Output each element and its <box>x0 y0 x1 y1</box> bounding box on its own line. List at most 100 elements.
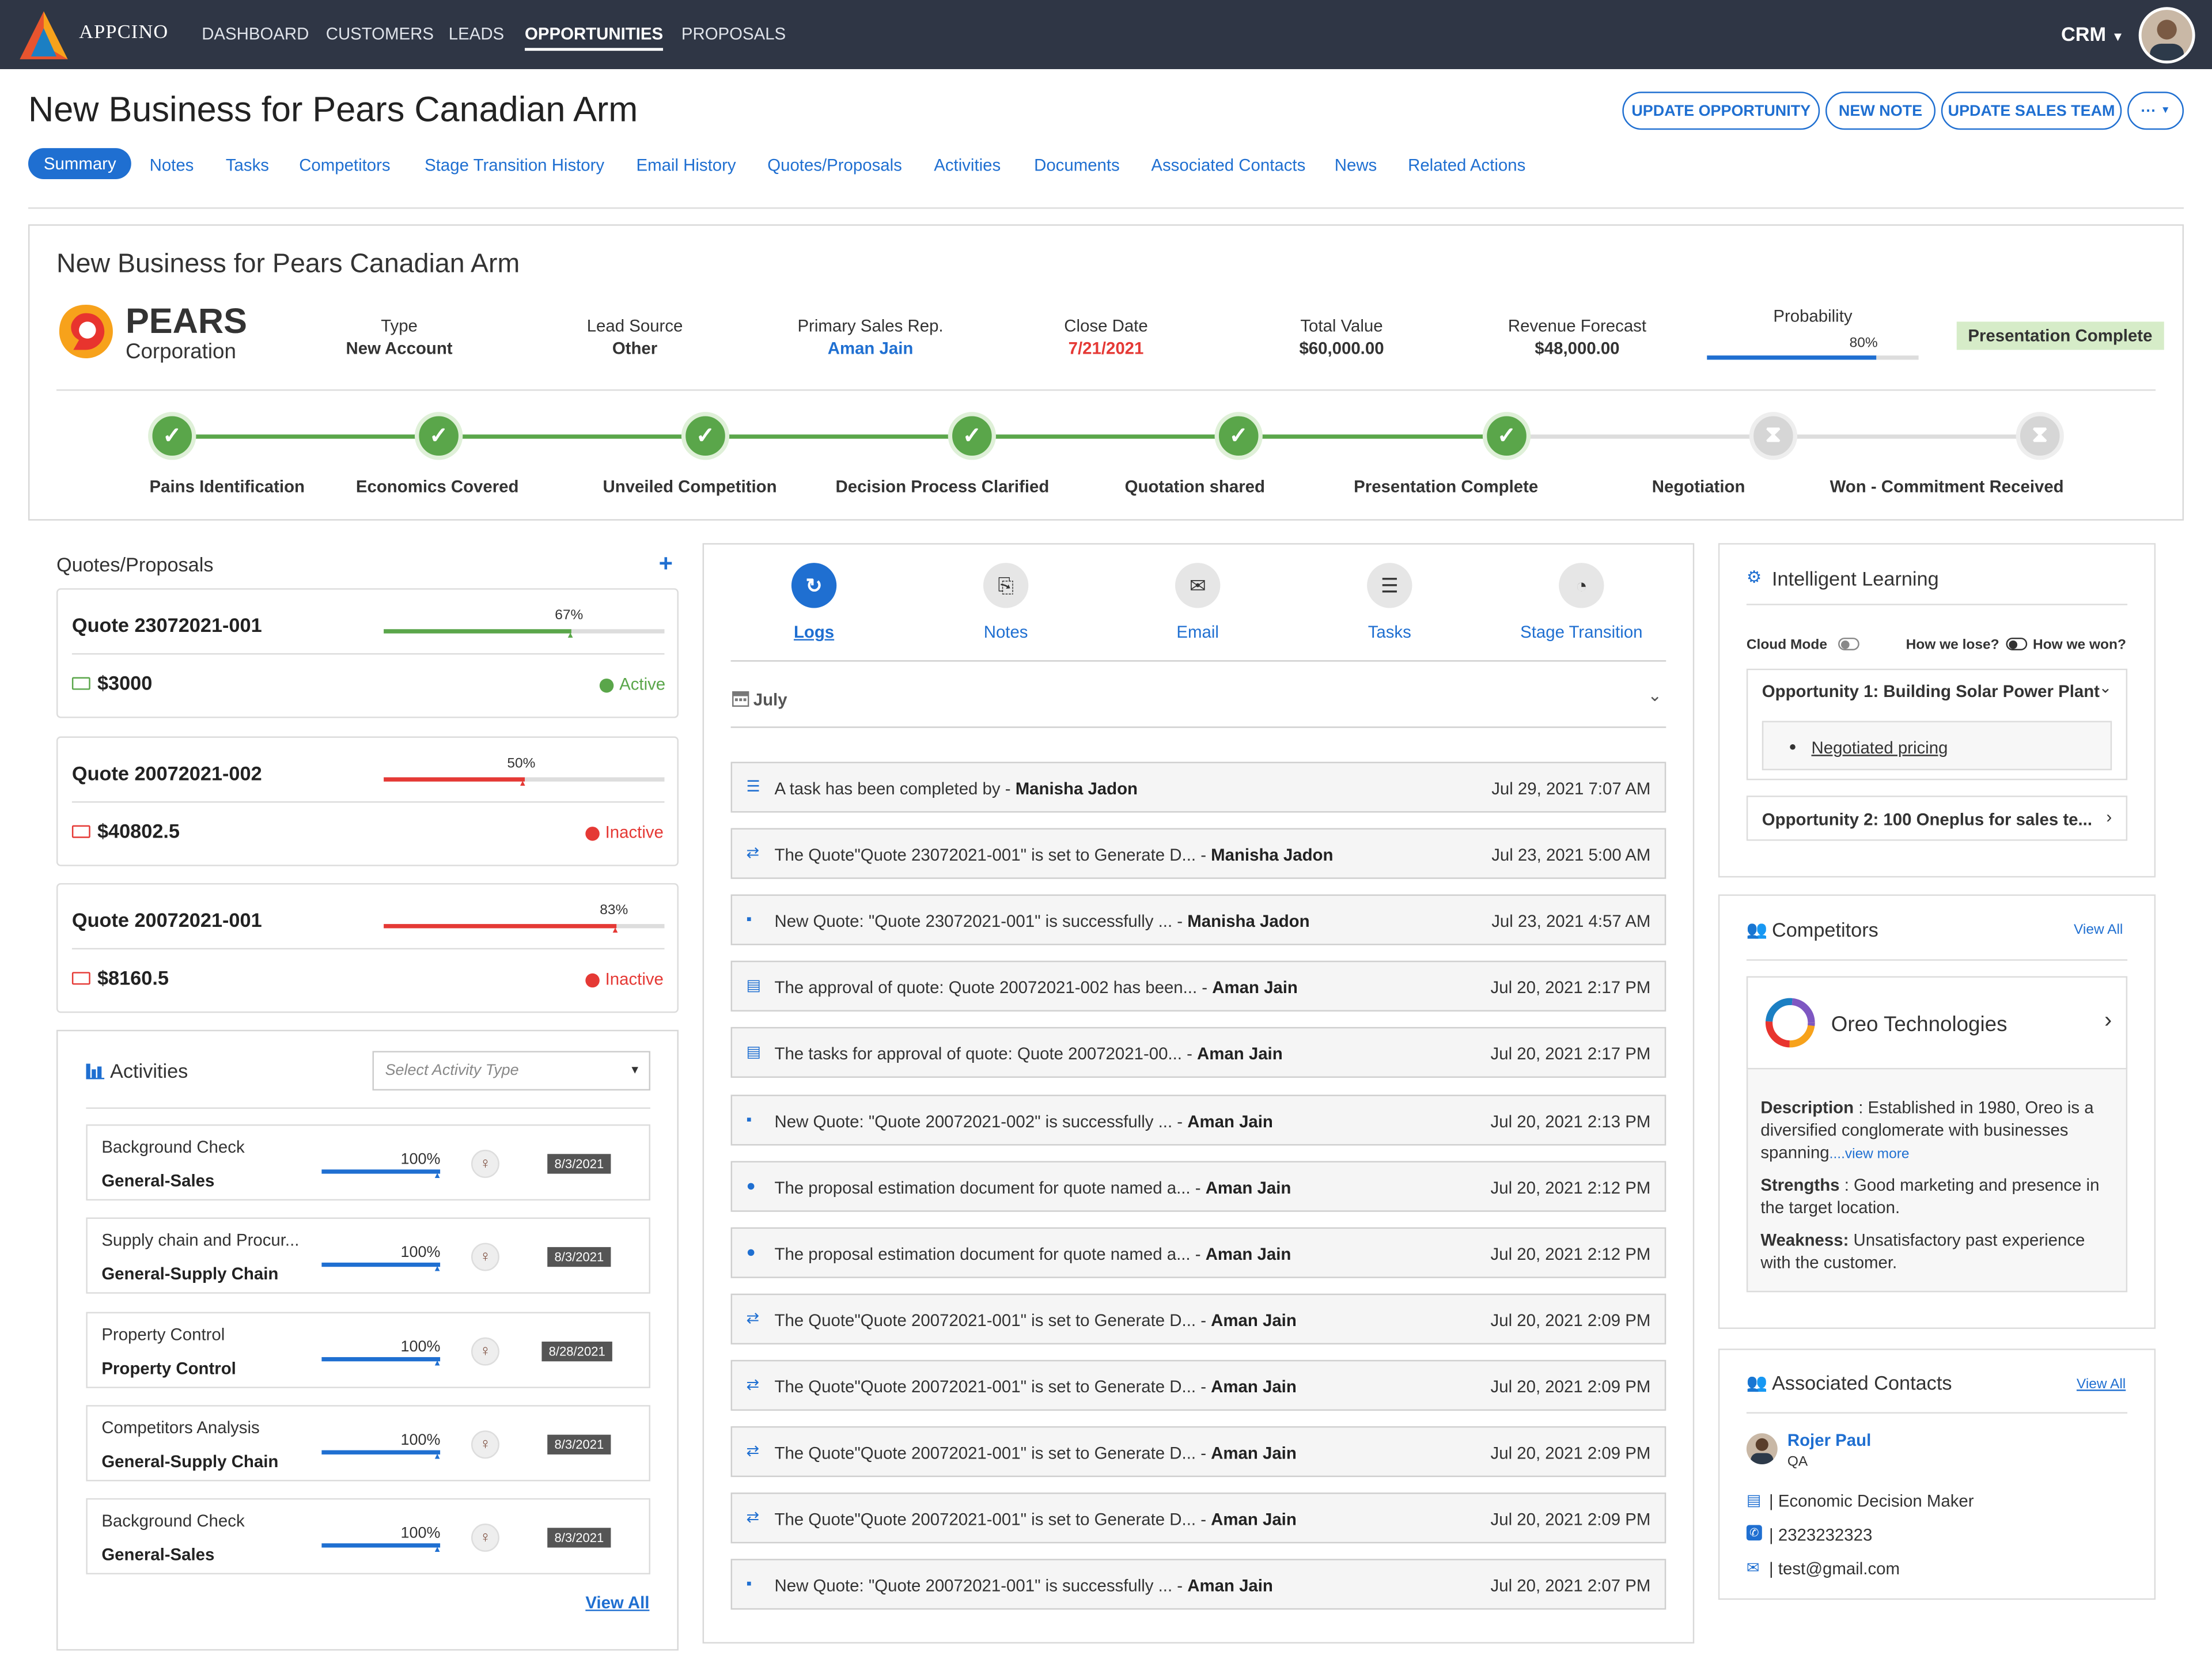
tab-email-history[interactable]: Email History <box>636 155 736 175</box>
log-entry[interactable]: ● The proposal estimation document for qu… <box>730 1226 1666 1278</box>
tab-tasks[interactable]: Tasks <box>226 155 269 175</box>
brand-name[interactable]: APPCINO <box>79 22 168 45</box>
log-entry[interactable]: ⇄ The Quote"Quote 20072021-001" is set to… <box>730 1293 1666 1344</box>
nav-customers[interactable]: CUSTOMERS <box>326 24 434 44</box>
cloud-mode-toggle[interactable] <box>1838 637 1859 650</box>
refresh-icon[interactable]: ↻ <box>791 563 837 608</box>
stage-check-icon[interactable]: ✓ <box>415 412 463 460</box>
quote-card[interactable]: Quote 20072021-002 50% ▲ $40802.5 Inactive <box>56 736 679 866</box>
add-quote-icon[interactable]: + <box>659 550 673 578</box>
user-avatar[interactable] <box>2138 7 2195 64</box>
nav-leads[interactable]: LEADS <box>449 24 504 44</box>
opportunity-2-panel[interactable]: Opportunity 2: 100 Oneplus for sales te.… <box>1746 796 2128 841</box>
tab-related-actions[interactable]: Related Actions <box>1408 155 1525 175</box>
quote-name[interactable]: Quote 20072021-002 <box>72 761 262 783</box>
activity-row[interactable]: Property Control Property Control 100% ▲ ♀ 8/… <box>86 1311 650 1388</box>
crm-dropdown[interactable]: CRM ▼ <box>2061 22 2124 45</box>
contact-name[interactable]: Rojer Paul <box>1787 1430 1871 1450</box>
tab-stage-transition-history[interactable]: Stage Transition History <box>425 155 604 175</box>
log-entry[interactable]: ● The proposal estimation document for qu… <box>730 1160 1666 1211</box>
activity-row[interactable]: Background Check General-Sales 100% ▲ ♀ 8/3/2… <box>86 1498 650 1575</box>
log-entry[interactable]: ☰ A task has been completed by - Manisha … <box>730 762 1666 813</box>
assignee-avatar[interactable]: ♀ <box>471 1243 499 1272</box>
quote-name[interactable]: Quote 20072021-001 <box>72 908 262 931</box>
lose-won-toggle[interactable] <box>2006 637 2028 650</box>
assignee-avatar[interactable]: ♀ <box>471 1430 499 1459</box>
opportunity-1-panel[interactable]: Opportunity 1: Building Solar Power Plan… <box>1746 668 2128 781</box>
appcino-logo-icon[interactable] <box>17 9 70 62</box>
quote-name[interactable]: Quote 23072021-001 <box>72 613 262 636</box>
tab-news[interactable]: News <box>1335 155 1377 175</box>
contact-role: QA <box>1787 1454 1808 1470</box>
stage-check-icon[interactable]: ✓ <box>948 412 996 460</box>
quote-progress-fill <box>384 629 572 634</box>
log-entry[interactable]: ⇄ The Quote"Quote 20072021-001" is set to… <box>730 1426 1666 1478</box>
assignee-avatar[interactable]: ♀ <box>471 1149 499 1178</box>
tab-notes[interactable]: Notes <box>150 155 194 175</box>
competitor-row[interactable]: Oreo Technologies › <box>1746 976 2128 1070</box>
log-entry[interactable]: ▤ The tasks for approval of quote: Quote … <box>730 1027 1666 1078</box>
competitors-view-all-link[interactable]: View All <box>2074 923 2123 938</box>
quote-card[interactable]: Quote 23072021-001 67% ▲ $3000 Active <box>56 588 679 718</box>
log-tab-tasks[interactable]: Tasks <box>1305 622 1474 642</box>
tab-quotes-proposals[interactable]: Quotes/Proposals <box>767 155 902 175</box>
pointer-icon: ▲ <box>433 1172 442 1181</box>
activity-row[interactable]: Supply chain and Procur... General-Supply… <box>86 1218 650 1294</box>
tab-activities[interactable]: Activities <box>934 155 1001 175</box>
stage-hourglass-icon[interactable]: ⧗ <box>1749 412 1798 460</box>
log-entry[interactable]: ▪ New Quote: "Quote 20072021-002" is succ… <box>730 1094 1666 1145</box>
stage-label: Presentation Complete <box>1354 476 1539 497</box>
assignee-avatar[interactable]: ♀ <box>471 1336 499 1365</box>
stage-check-icon[interactable]: ✓ <box>148 412 196 460</box>
contact-email[interactable]: | test@gmail.com <box>1769 1559 1900 1578</box>
tab-associated-contacts[interactable]: Associated Contacts <box>1151 155 1305 175</box>
log-tab-notes[interactable]: Notes <box>921 622 1090 642</box>
nav-proposals[interactable]: PROPOSALS <box>681 24 786 44</box>
log-entry[interactable]: ▪ New Quote: "Quote 20072021-001" is succ… <box>730 1559 1666 1610</box>
id-card-icon: ▤ <box>1746 1493 1762 1510</box>
tasks-icon[interactable]: ☰ <box>1367 563 1412 608</box>
envelope-icon[interactable]: ✉ <box>1175 563 1221 608</box>
update-opportunity-button[interactable]: UPDATE OPPORTUNITY <box>1622 92 1820 130</box>
activities-view-all-link[interactable]: View All <box>585 1593 649 1612</box>
stage-hourglass-icon[interactable]: ⧗ <box>2016 412 2064 460</box>
contact-phone[interactable]: | 2323232323 <box>1769 1525 1872 1544</box>
log-tab-email[interactable]: Email <box>1113 622 1282 642</box>
negotiated-pricing-link[interactable]: Negotiated pricing <box>1812 738 1948 757</box>
assignee-avatar[interactable]: ♀ <box>471 1524 499 1552</box>
contact-avatar[interactable] <box>1746 1433 1778 1465</box>
tab-documents[interactable]: Documents <box>1034 155 1120 175</box>
log-tab-logs[interactable]: Logs <box>729 622 899 642</box>
tab-summary[interactable]: Summary <box>28 148 132 180</box>
activity-row[interactable]: Competitors Analysis General-Supply Chain… <box>86 1404 650 1482</box>
activity-row[interactable]: Background Check General-Sales 100% ▲ ♀ 8/3/2… <box>86 1124 650 1201</box>
divider <box>730 660 1666 662</box>
log-entry[interactable]: ⇄ The Quote"Quote 23072021-001" is set to… <box>730 828 1666 879</box>
caret-down-icon: ▼ <box>2160 105 2171 116</box>
log-entry[interactable]: ▤ The approval of quote: Quote 20072021-0… <box>730 961 1666 1012</box>
new-note-button[interactable]: NEW NOTE <box>1825 92 1936 130</box>
log-entry[interactable]: ▪ New Quote: "Quote 23072021-001" is succ… <box>730 895 1666 946</box>
log-entry[interactable]: ⇄ The Quote"Quote 20072021-001" is set to… <box>730 1359 1666 1411</box>
rep-value[interactable]: Aman Jain <box>772 339 969 358</box>
nav-dashboard[interactable]: DASHBOARD <box>202 24 309 44</box>
contacts-view-all-link[interactable]: View All <box>2077 1377 2126 1392</box>
stage-check-icon[interactable]: ✓ <box>1482 412 1531 460</box>
intelligent-title: Intelligent Learning <box>1771 567 1939 590</box>
view-more-link[interactable]: ....view more <box>1830 1147 1910 1162</box>
activity-type-select[interactable]: Select Activity Type ▼ <box>372 1051 650 1091</box>
log-tab-stage-transition[interactable]: Stage Transition <box>1497 622 1666 642</box>
chevron-down-icon[interactable]: ⌄ <box>1647 685 1662 705</box>
log-text: The Quote"Quote 23072021-001" is set to … <box>775 845 1334 865</box>
log-text: The Quote"Quote 20072021-001" is set to … <box>775 1443 1297 1463</box>
log-entry[interactable]: ⇄ The Quote"Quote 20072021-001" is set to… <box>730 1493 1666 1544</box>
quote-card[interactable]: Quote 20072021-001 83% ▲ $8160.5 Inactive <box>56 883 679 1013</box>
nav-opportunities[interactable]: OPPORTUNITIES <box>525 24 664 51</box>
more-actions-button[interactable]: ··· ▼ <box>2127 92 2184 130</box>
stage-check-icon[interactable]: ✓ <box>681 412 730 460</box>
gauge-icon[interactable]: ◔ <box>1559 563 1604 608</box>
tab-competitors[interactable]: Competitors <box>299 155 390 175</box>
stage-check-icon[interactable]: ✓ <box>1214 412 1263 460</box>
update-sales-team-button[interactable]: UPDATE SALES TEAM <box>1941 92 2122 130</box>
notes-icon[interactable]: ⎘ <box>983 563 1029 608</box>
